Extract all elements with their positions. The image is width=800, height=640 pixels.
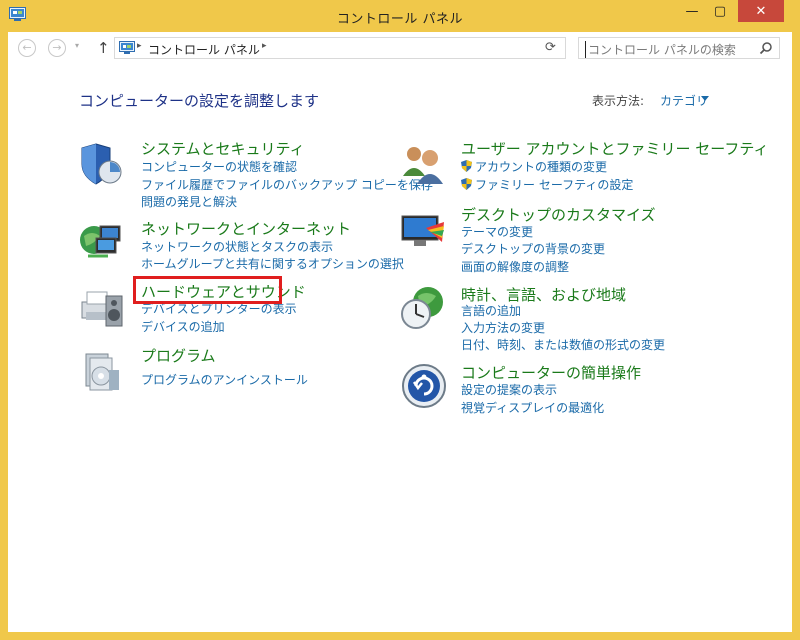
link-change-background[interactable]: デスクトップの背景の変更 <box>461 240 605 257</box>
breadcrumb-separator[interactable]: ▸ <box>262 41 267 51</box>
link-check-computer-status[interactable]: コンピューターの状態を確認 <box>141 158 297 175</box>
search-placeholder: コントロール パネルの検索 <box>585 41 736 58</box>
page-heading: コンピューターの設定を調整します <box>79 92 320 110</box>
search-box[interactable]: コントロール パネルの検索 <box>578 37 780 59</box>
link-change-input-method[interactable]: 入力方法の変更 <box>461 319 545 336</box>
category-title-desktop[interactable]: デスクトップのカスタマイズ <box>461 204 656 225</box>
link-troubleshoot[interactable]: 問題の発見と解決 <box>141 193 237 210</box>
link-adjust-resolution[interactable]: 画面の解像度の調整 <box>461 258 569 275</box>
breadcrumb-separator[interactable]: ▸ <box>137 41 142 51</box>
category-title-system[interactable]: システムとセキュリティ <box>141 138 305 159</box>
link-text[interactable]: ファミリー セーフティの設定 <box>475 178 633 192</box>
shield-icon[interactable] <box>78 140 126 188</box>
link-uninstall-program[interactable]: プログラムのアンインストール <box>141 371 308 388</box>
link-change-date-format[interactable]: 日付、時刻、または数値の形式の変更 <box>461 336 665 353</box>
content-area: ← → ▾ ↑ ▸ コントロール パネル ▸ ⟳ コントロール パネルの検索 コ… <box>8 32 792 632</box>
control-panel-window: コントロール パネル — ▢ ✕ ← → ▾ ↑ ▸ コントロール パネル ▸ <box>0 0 800 640</box>
category-title-programs[interactable]: プログラム <box>141 345 216 366</box>
highlight-box <box>133 276 282 304</box>
breadcrumb-control-panel[interactable]: コントロール パネル <box>148 41 260 58</box>
printer-speaker-icon[interactable] <box>78 282 126 330</box>
ease-of-access-icon[interactable] <box>400 362 448 410</box>
link-add-language[interactable]: 言語の追加 <box>461 302 521 319</box>
link-network-status[interactable]: ネットワークの状態とタスクの表示 <box>141 238 333 255</box>
link-family-safety[interactable]: ファミリー セーフティの設定 <box>461 176 633 193</box>
link-change-theme[interactable]: テーマの変更 <box>461 223 533 240</box>
search-icon[interactable] <box>759 41 773 55</box>
link-add-device[interactable]: デバイスの追加 <box>141 318 225 335</box>
forward-button[interactable]: → <box>48 39 66 57</box>
title-bar[interactable]: コントロール パネル — ▢ ✕ <box>0 0 800 32</box>
category-title-ease[interactable]: コンピューターの簡単操作 <box>461 362 641 383</box>
uac-shield-icon <box>461 160 472 172</box>
users-icon[interactable] <box>400 140 448 188</box>
clock-globe-icon[interactable] <box>400 284 448 332</box>
link-change-account-type[interactable]: アカウントの種類の変更 <box>461 158 607 175</box>
network-globe-icon[interactable] <box>78 216 126 264</box>
close-button[interactable]: ✕ <box>738 0 784 22</box>
minimize-button[interactable]: — <box>678 0 706 22</box>
up-button[interactable]: ↑ <box>97 39 110 57</box>
navigation-bar: ← → ▾ ↑ ▸ コントロール パネル ▸ ⟳ コントロール パネルの検索 <box>8 32 792 66</box>
chevron-down-icon[interactable] <box>701 96 709 101</box>
link-suggested-settings[interactable]: 設定の提案の表示 <box>461 381 557 398</box>
refresh-button[interactable]: ⟳ <box>545 40 567 58</box>
category-title-users[interactable]: ユーザー アカウントとファミリー セーフティ <box>461 138 768 159</box>
view-by-label: 表示方法: <box>592 94 645 108</box>
recent-locations-dropdown[interactable]: ▾ <box>75 41 79 50</box>
link-homegroup-sharing[interactable]: ホームグループと共有に関するオプションの選択 <box>141 255 404 272</box>
link-text[interactable]: アカウントの種類の変更 <box>475 160 607 174</box>
programs-box-icon[interactable] <box>78 348 126 396</box>
desktop-monitor-icon[interactable] <box>400 208 448 256</box>
category-title-network[interactable]: ネットワークとインターネット <box>141 218 351 239</box>
back-button[interactable]: ← <box>18 39 36 57</box>
link-optimize-display[interactable]: 視覚ディスプレイの最適化 <box>461 399 604 416</box>
uac-shield-icon <box>461 178 472 190</box>
link-file-history-backup[interactable]: ファイル履歴でファイルのバックアップ コピーを保存 <box>141 176 433 193</box>
address-bar[interactable]: ▸ コントロール パネル ▸ <box>114 37 566 59</box>
maximize-button[interactable]: ▢ <box>706 0 734 22</box>
control-panel-small-icon <box>119 41 135 54</box>
